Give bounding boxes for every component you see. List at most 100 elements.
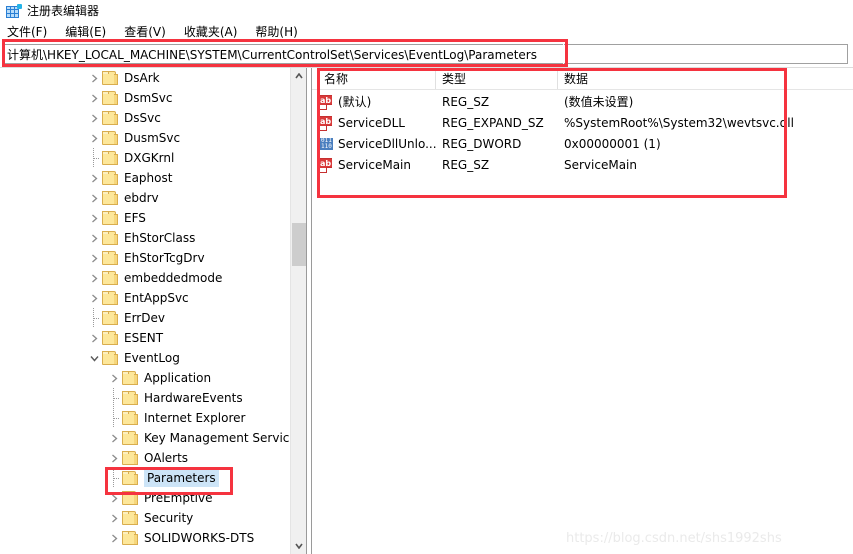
tree-guide xyxy=(86,308,102,328)
chevron-right-icon xyxy=(111,374,117,382)
tree-item-dsark[interactable]: DsArk xyxy=(0,68,290,88)
tree-expander[interactable] xyxy=(86,228,102,248)
tree-expander[interactable] xyxy=(86,348,102,368)
tree-expander[interactable] xyxy=(86,248,102,268)
chevron-right-icon xyxy=(91,254,97,262)
tree-scrollbar[interactable] xyxy=(290,68,307,554)
tree-item-entappsvc[interactable]: EntAppSvc xyxy=(0,288,290,308)
registry-editor-icon xyxy=(6,3,22,19)
pane-splitter-left[interactable] xyxy=(306,68,307,554)
tree-item-esent[interactable]: ESENT xyxy=(0,328,290,348)
tree-item-eaphost[interactable]: Eaphost xyxy=(0,168,290,188)
column-header-name[interactable]: 名称 xyxy=(318,68,435,90)
tree-item-label: EFS xyxy=(124,211,146,225)
tree-item-embeddedmode[interactable]: embeddedmode xyxy=(0,268,290,288)
tree-item-label: Parameters xyxy=(144,469,219,487)
tree-item-eventlog[interactable]: EventLog xyxy=(0,348,290,368)
tree-item-label: DsSvc xyxy=(124,111,161,125)
tree-item-dxgkrnl[interactable]: DXGKrnl xyxy=(0,148,290,168)
tree-item-label: EhStorTcgDrv xyxy=(124,251,205,265)
tree-item-hardwareevents[interactable]: HardwareEvents xyxy=(0,388,290,408)
tree-expander[interactable] xyxy=(106,428,122,448)
tree-item-label: ErrDev xyxy=(124,311,165,325)
chevron-right-icon xyxy=(91,134,97,142)
tree-expander[interactable] xyxy=(86,108,102,128)
folder-icon xyxy=(122,451,139,465)
chevron-right-icon xyxy=(91,114,97,122)
value-row[interactable]: ab ServiceDLL REG_EXPAND_SZ %SystemRoot%\Sy… xyxy=(312,113,853,134)
tree-item-solidworks-dts[interactable]: SOLIDWORKS-DTS xyxy=(0,528,290,548)
tree-item-internet-explorer[interactable]: Internet Explorer xyxy=(0,408,290,428)
string-value-icon: ab xyxy=(318,95,333,110)
tree-expander[interactable] xyxy=(106,488,122,508)
tree-expander[interactable] xyxy=(86,88,102,108)
tree-item-label: Eaphost xyxy=(124,171,173,185)
registry-key-tree[interactable]: DsArk DsmSvc DsSvc DusmSvc DXGKrnl Eaphost ebd… xyxy=(0,68,290,554)
tree-item-label: DsmSvc xyxy=(124,91,173,105)
tree-expander[interactable] xyxy=(86,208,102,228)
folder-icon xyxy=(102,191,119,205)
tree-item-ehstortcgdrv[interactable]: EhStorTcgDrv xyxy=(0,248,290,268)
tree-item-dsmsvc[interactable]: DsmSvc xyxy=(0,88,290,108)
tree-item-preemptive[interactable]: PreEmptive xyxy=(0,488,290,508)
tree-item-application[interactable]: Application xyxy=(0,368,290,388)
chevron-right-icon xyxy=(91,94,97,102)
tree-expander[interactable] xyxy=(86,328,102,348)
scroll-up-button[interactable] xyxy=(291,68,307,84)
chevron-right-icon xyxy=(111,534,117,542)
tree-item-key-management-service[interactable]: Key Management Service xyxy=(0,428,290,448)
tree-item-label: SOLIDWORKS-DTS xyxy=(144,531,255,545)
menu-item-favorites[interactable]: 收藏夹(A) xyxy=(184,22,247,41)
string-value-icon: ab xyxy=(318,116,333,131)
column-header-type[interactable]: 类型 xyxy=(436,68,557,90)
folder-icon xyxy=(122,471,139,485)
value-row[interactable]: ab (默认) REG_SZ (数值未设置) xyxy=(312,92,853,113)
folder-icon xyxy=(122,531,139,545)
tree-expander[interactable] xyxy=(106,528,122,548)
address-bar[interactable]: 计算机\HKEY_LOCAL_MACHINE\SYSTEM\CurrentCon… xyxy=(3,44,848,64)
tree-item-efs[interactable]: EFS xyxy=(0,208,290,228)
tree-expander[interactable] xyxy=(106,368,122,388)
menu-item-help[interactable]: 帮助(H) xyxy=(255,22,306,41)
menu-item-edit[interactable]: 编辑(E) xyxy=(65,22,115,41)
value-cell-name: (默认) xyxy=(338,95,372,109)
value-cell-type: REG_SZ xyxy=(442,158,490,172)
tree-item-dusmsvc[interactable]: DusmSvc xyxy=(0,128,290,148)
chevron-down-icon xyxy=(89,355,99,362)
folder-icon xyxy=(102,271,119,285)
tree-expander[interactable] xyxy=(86,128,102,148)
tree-item-oalerts[interactable]: OAlerts xyxy=(0,448,290,468)
tree-expander[interactable] xyxy=(106,448,122,468)
tree-item-errdev[interactable]: ErrDev xyxy=(0,308,290,328)
folder-icon xyxy=(102,71,119,85)
tree-item-ebdrv[interactable]: ebdrv xyxy=(0,188,290,208)
value-cell-data: ServiceMain xyxy=(564,158,637,172)
tree-item-dssvc[interactable]: DsSvc xyxy=(0,108,290,128)
value-row[interactable]: ab ServiceMain REG_SZ ServiceMain xyxy=(312,155,853,176)
tree-item-label: HardwareEvents xyxy=(144,391,243,405)
tree-expander[interactable] xyxy=(86,168,102,188)
tree-item-label: ebdrv xyxy=(124,191,159,205)
value-cell-data: %SystemRoot%\System32\wevtsvc.dll xyxy=(564,116,794,130)
value-row[interactable]: 011110 ServiceDllUnlo... REG_DWORD 0x000000… xyxy=(312,134,853,155)
tree-expander[interactable] xyxy=(86,288,102,308)
scroll-thumb[interactable] xyxy=(292,223,306,266)
tree-expander[interactable] xyxy=(106,508,122,528)
tree-expander[interactable] xyxy=(86,188,102,208)
column-divider[interactable] xyxy=(557,70,558,89)
tree-item-ehstorclass[interactable]: EhStorClass xyxy=(0,228,290,248)
values-list[interactable]: 名称 类型 数据 ab (默认) REG_SZ (数值未设置) ab ServiceDLL RE… xyxy=(312,68,853,554)
column-header-data[interactable]: 数据 xyxy=(558,68,841,90)
tree-expander[interactable] xyxy=(86,68,102,88)
tree-expander[interactable] xyxy=(86,268,102,288)
menu-item-view[interactable]: 查看(V) xyxy=(124,22,175,41)
column-divider[interactable] xyxy=(435,70,436,89)
scroll-down-button[interactable] xyxy=(291,538,307,554)
string-value-icon: ab xyxy=(318,158,333,173)
tree-item-security[interactable]: Security xyxy=(0,508,290,528)
folder-icon xyxy=(102,231,119,245)
menu-item-file[interactable]: 文件(F) xyxy=(7,22,56,41)
dword-value-icon: 011110 xyxy=(318,136,333,155)
folder-icon xyxy=(102,251,119,265)
tree-item-parameters[interactable]: Parameters xyxy=(0,468,290,488)
